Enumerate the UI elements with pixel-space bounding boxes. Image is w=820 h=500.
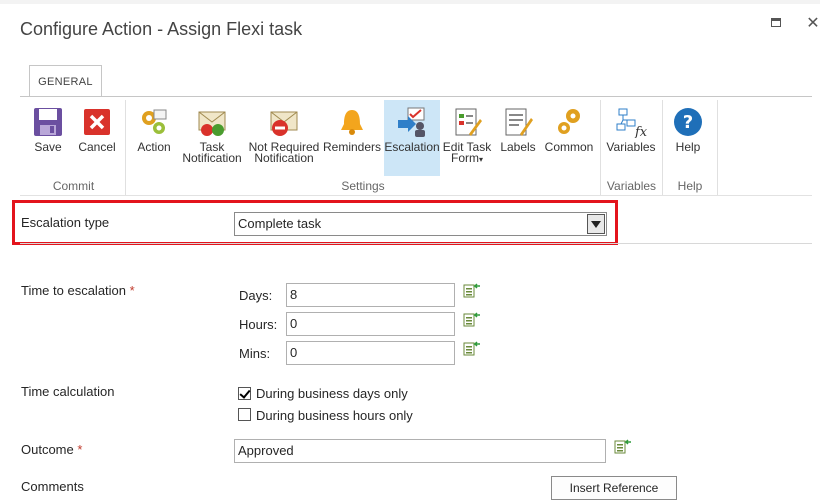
close-icon: ✕ [806,15,820,32]
edit-task-form-button[interactable]: Edit Task Form▾ [442,100,492,176]
escalation-button[interactable]: Escalation [384,100,440,176]
group-label-help: Help [677,179,703,193]
time-calculation-label: Time calculation [21,384,115,399]
svg-text:?: ? [683,112,693,133]
cancel-button[interactable]: Cancel [77,100,117,176]
top-strip [0,0,820,4]
edit-task-form-label-2: Form [450,151,479,165]
insert-reference-icon[interactable] [463,283,481,299]
time-to-escalation-label: Time to escalation * [21,283,135,298]
days-label: Days: [239,288,273,303]
task-notification-label-2: Notification [182,151,242,165]
required-marker: * [77,442,83,457]
email-check-icon [198,111,226,136]
business-hours-label[interactable]: During business hours only [256,408,413,423]
hours-input[interactable]: 0 [286,312,455,336]
outcome-input[interactable]: Approved [234,439,606,463]
escalation-type-label: Escalation type [21,215,110,230]
group-separator [717,100,718,195]
gears-icon [142,109,167,134]
days-input[interactable]: 8 [286,283,455,307]
hours-label: Hours: [239,317,278,332]
not-required-notification-button[interactable]: Not Required Notification [248,100,320,176]
save-button[interactable]: Save [29,100,67,176]
variables-label: Variables [606,140,656,154]
section-divider [20,243,812,244]
save-icon [34,108,62,136]
help-button[interactable]: ? Help [666,100,710,176]
escalation-label: Escalation [384,140,440,154]
maximize-icon [771,18,781,27]
common-button[interactable]: Common [542,100,596,176]
action-label: Action [137,140,171,154]
labels-button[interactable]: Labels [497,100,539,176]
escalation-type-select[interactable]: Complete task [234,212,607,236]
bell-icon [341,110,363,135]
mins-input[interactable]: 0 [286,341,455,365]
not-required-label-2: Notification [254,151,314,165]
close-button[interactable]: ✕ [803,14,820,34]
dialog-title: Configure Action - Assign Flexi task [20,19,303,39]
group-label-commit: Commit [52,179,95,193]
insert-reference-icon[interactable] [614,439,632,455]
variables-button[interactable]: fx Variables [604,100,658,176]
help-label: Help [675,140,701,154]
common-gears-icon [558,109,580,134]
save-label: Save [34,140,62,154]
business-hours-checkbox[interactable] [238,408,251,421]
dropdown-arrow-icon: ▾ [478,155,483,164]
comments-label: Comments [21,479,84,494]
tab-general[interactable]: GENERAL [29,65,102,97]
edit-form-icon [455,108,482,136]
escalation-icon [398,107,425,137]
variables-fx-icon: fx [616,108,647,138]
business-days-checkbox[interactable] [238,387,251,400]
escalation-type-value: Complete task [238,216,322,231]
help-icon: ? [674,108,702,136]
time-to-escalation-text: Time to escalation [21,283,127,298]
business-days-label[interactable]: During business days only [256,386,408,401]
insert-reference-label: Insert Reference [569,481,659,495]
cancel-label: Cancel [78,140,116,154]
labels-label: Labels [500,140,536,154]
task-notification-button[interactable]: Task Notification [180,100,244,176]
group-label-settings: Settings [341,179,385,193]
email-blocked-icon [270,111,298,136]
mins-label: Mins: [239,346,271,361]
insert-reference-icon[interactable] [463,341,481,357]
cancel-icon [84,109,110,135]
svg-text:fx: fx [634,125,647,138]
insert-reference-icon[interactable] [463,312,481,328]
reminders-label: Reminders [323,140,382,154]
action-button[interactable]: Action [133,100,175,176]
common-label: Common [544,140,594,154]
outcome-label-row: Outcome * [21,442,82,457]
group-label-variables: Variables [606,179,657,193]
labels-icon [505,108,533,136]
maximize-button[interactable] [767,14,787,34]
required-marker: * [129,283,135,298]
insert-reference-button[interactable]: Insert Reference [551,476,677,500]
chevron-down-icon[interactable] [587,214,605,234]
reminders-button[interactable]: Reminders [323,100,381,176]
outcome-label: Outcome [21,442,74,457]
